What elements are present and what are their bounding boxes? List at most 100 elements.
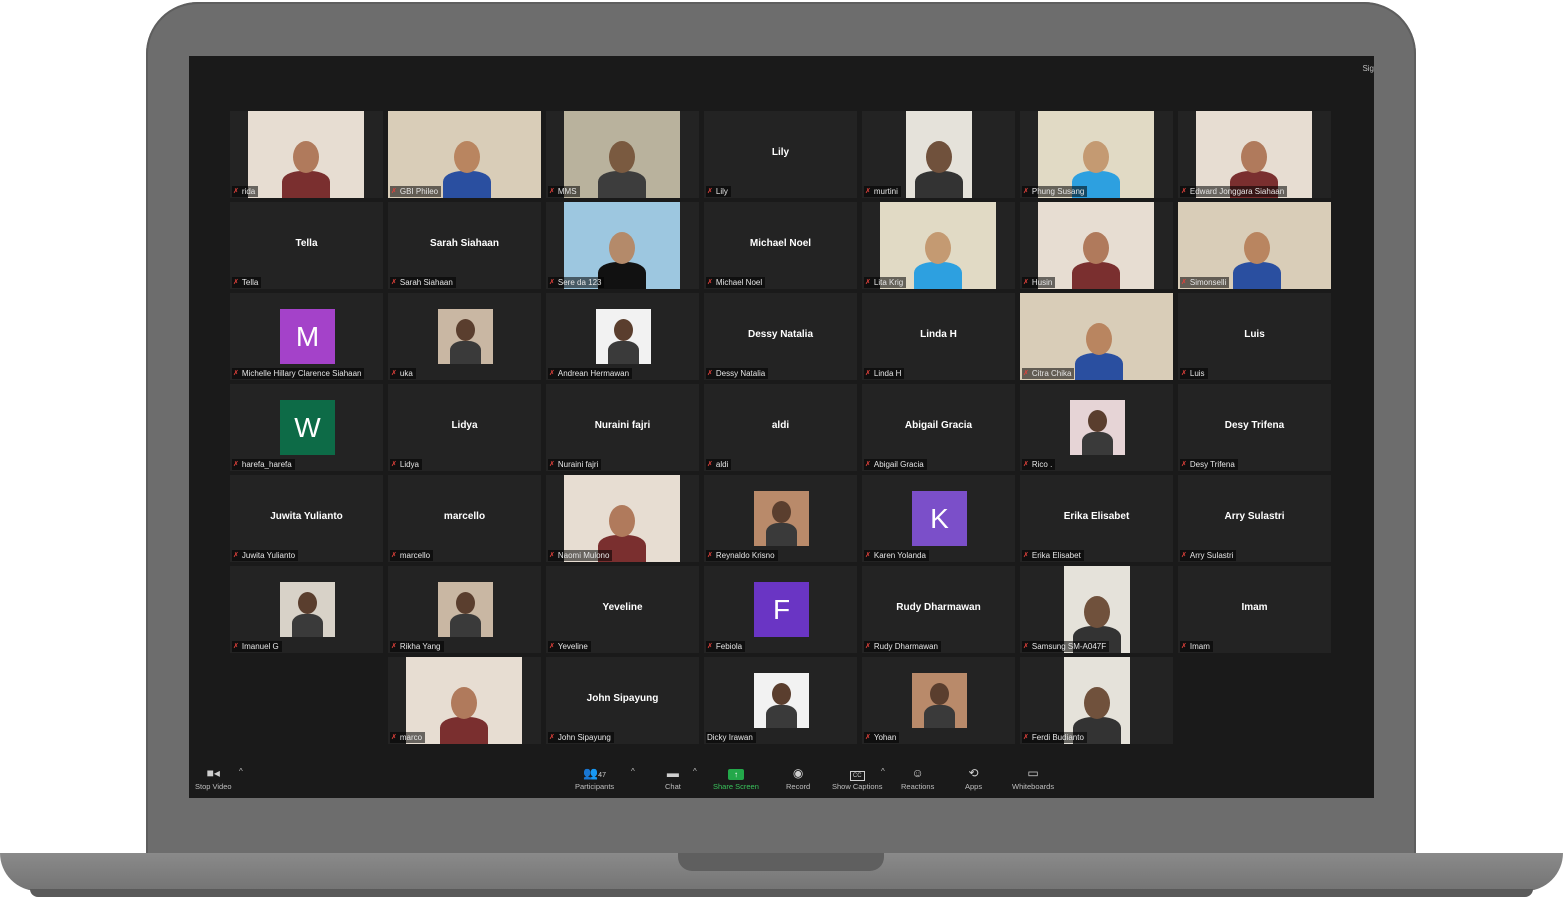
participant-tile[interactable]: Arry Sulastri ✗ Arry Sulastri bbox=[1178, 475, 1331, 562]
person-head bbox=[772, 501, 791, 523]
participant-tile[interactable]: ✗ Rico . bbox=[1020, 384, 1173, 471]
participant-tile[interactable]: Linda H ✗ Linda H bbox=[862, 293, 1015, 380]
muted-mic-icon: ✗ bbox=[865, 188, 871, 195]
person-silhouette bbox=[450, 614, 481, 637]
participant-name-label: ✗ Arry Sulastri bbox=[1180, 550, 1237, 561]
participant-tile[interactable]: Rudy Dharmawan ✗ Rudy Dharmawan bbox=[862, 566, 1015, 653]
stop-video-button[interactable]: ■◂ Stop Video bbox=[195, 766, 232, 791]
participant-tile[interactable]: Dessy Natalia ✗ Dessy Natalia bbox=[704, 293, 857, 380]
participant-tile[interactable]: ✗ Naomi Mulono bbox=[546, 475, 699, 562]
participant-tile[interactable]: K ✗ Karen Yolanda bbox=[862, 475, 1015, 562]
participant-name-text: marcello bbox=[399, 551, 431, 560]
person-silhouette bbox=[292, 614, 323, 637]
muted-mic-icon: ✗ bbox=[549, 643, 555, 650]
muted-mic-icon: ✗ bbox=[1023, 188, 1029, 195]
participant-name-label: ✗ Naomi Mulono bbox=[548, 550, 613, 561]
participant-display-name: Michael Noel bbox=[749, 238, 812, 249]
participant-tile[interactable]: ✗ Imanuel G bbox=[230, 566, 383, 653]
participants-options-caret[interactable]: ^ bbox=[631, 767, 635, 776]
share-screen-button[interactable]: ↑ Share Screen bbox=[713, 766, 759, 791]
video-options-caret[interactable]: ^ bbox=[239, 767, 243, 776]
participant-tile[interactable]: ✗ Samsung SM-A047F bbox=[1020, 566, 1173, 653]
chat-options-caret[interactable]: ^ bbox=[693, 767, 697, 776]
participant-tile[interactable]: Nuraini fajri ✗ Nuraini fajri bbox=[546, 384, 699, 471]
participant-tile[interactable]: ✗ Andrean Hermawan bbox=[546, 293, 699, 380]
participant-tile[interactable]: ✗ Citra Chika bbox=[1020, 293, 1173, 380]
person-silhouette bbox=[1072, 262, 1120, 289]
chat-label: Chat bbox=[665, 782, 681, 791]
participant-name-text: Tella bbox=[241, 278, 259, 287]
participant-tile[interactable]: ✗ Phung Susang bbox=[1020, 111, 1173, 198]
participant-tile[interactable]: Lily ✗ Lily bbox=[704, 111, 857, 198]
participant-tile[interactable]: M ✗ Michelle Hillary Clarence Siahaan bbox=[230, 293, 383, 380]
participant-tile[interactable]: ✗ Sere da 123 bbox=[546, 202, 699, 289]
participant-tile[interactable]: ✗ uka bbox=[388, 293, 541, 380]
participant-tile[interactable]: Luis ✗ Luis bbox=[1178, 293, 1331, 380]
reactions-button[interactable]: ☺ Reactions bbox=[901, 766, 934, 791]
participant-tile[interactable]: John Sipayung ✗ John Sipayung bbox=[546, 657, 699, 744]
participant-tile[interactable]: ✗ Ferdi Budianto bbox=[1020, 657, 1173, 744]
whiteboards-button[interactable]: ▭ Whiteboards bbox=[1012, 766, 1054, 791]
record-button[interactable]: ◉ Record bbox=[786, 766, 810, 791]
participant-tile[interactable]: ✗ Husin bbox=[1020, 202, 1173, 289]
person-silhouette bbox=[766, 523, 797, 546]
participant-name-text: Erika Elisabet bbox=[1031, 551, 1081, 560]
participant-name-text: Phung Susang bbox=[1031, 187, 1085, 196]
person-head bbox=[772, 683, 791, 705]
participant-name-text: Michelle Hillary Clarence Siahaan bbox=[241, 369, 362, 378]
person-head bbox=[293, 141, 319, 173]
participant-tile[interactable]: Tella ✗ Tella bbox=[230, 202, 383, 289]
participant-tile[interactable]: F ✗ Febiola bbox=[704, 566, 857, 653]
participant-tile[interactable]: Michael Noel ✗ Michael Noel bbox=[704, 202, 857, 289]
person-head bbox=[930, 683, 949, 705]
participant-tile[interactable]: Dicky Irawan bbox=[704, 657, 857, 744]
participant-tile[interactable]: ✗ Rikha Yang bbox=[388, 566, 541, 653]
person-silhouette bbox=[1082, 432, 1113, 455]
participant-name-label: ✗ John Sipayung bbox=[548, 732, 614, 743]
participant-name-text: Sere da 123 bbox=[557, 278, 602, 287]
participant-name-label: ✗ Lily bbox=[706, 186, 731, 197]
muted-mic-icon: ✗ bbox=[549, 279, 555, 286]
stop-video-label: Stop Video bbox=[195, 782, 232, 791]
participant-name-text: aldi bbox=[715, 460, 729, 469]
participant-tile[interactable]: ✗ GBI Phileo bbox=[388, 111, 541, 198]
apps-button[interactable]: ⟲ Apps bbox=[965, 766, 982, 791]
participants-button[interactable]: 👥47 Participants bbox=[575, 766, 614, 791]
participant-tile[interactable]: W ✗ harefa_harefa bbox=[230, 384, 383, 471]
participant-tile[interactable]: ✗ Yohan bbox=[862, 657, 1015, 744]
participant-name-text: murtini bbox=[873, 187, 898, 196]
muted-mic-icon: ✗ bbox=[391, 370, 397, 377]
profile-picture bbox=[754, 491, 809, 546]
participant-tile[interactable]: ✗ marco bbox=[388, 657, 541, 744]
participant-tile[interactable]: marcello ✗ marcello bbox=[388, 475, 541, 562]
captions-options-caret[interactable]: ^ bbox=[881, 767, 885, 776]
participant-tile[interactable]: ✗ Reynaldo Krisno bbox=[704, 475, 857, 562]
participant-tile[interactable]: ✗ Simonselli bbox=[1178, 202, 1331, 289]
participant-tile[interactable]: Erika Elisabet ✗ Erika Elisabet bbox=[1020, 475, 1173, 562]
participant-display-name: Dessy Natalia bbox=[747, 329, 814, 340]
participant-tile[interactable]: Lidya ✗ Lidya bbox=[388, 384, 541, 471]
participant-tile[interactable]: ✗ MMS bbox=[546, 111, 699, 198]
participant-tile[interactable]: Imam ✗ Imam bbox=[1178, 566, 1331, 653]
participant-tile[interactable]: ✗ Edward Jonggara Siahaan bbox=[1178, 111, 1331, 198]
participant-tile[interactable]: ✗ murtini bbox=[862, 111, 1015, 198]
participant-tile[interactable]: aldi ✗ aldi bbox=[704, 384, 857, 471]
participant-name-text: Lily bbox=[715, 187, 728, 196]
participant-name-text: Abigail Gracia bbox=[873, 460, 924, 469]
participant-display-name: Imam bbox=[1241, 602, 1268, 613]
muted-mic-icon: ✗ bbox=[391, 279, 397, 286]
video-camera-icon: ■◂ bbox=[206, 766, 220, 780]
participant-name-text: Andrean Hermawan bbox=[557, 369, 630, 378]
participant-tile[interactable]: ✗ rida bbox=[230, 111, 383, 198]
participant-tile[interactable]: Yeveline ✗ Yeveline bbox=[546, 566, 699, 653]
participant-name-label: ✗ Phung Susang bbox=[1022, 186, 1088, 197]
muted-mic-icon: ✗ bbox=[549, 188, 555, 195]
show-captions-button[interactable]: CC Show Captions bbox=[832, 766, 882, 791]
participant-name-text: Reynaldo Krisno bbox=[715, 551, 775, 560]
chat-button[interactable]: ▬ Chat bbox=[665, 766, 681, 791]
participant-tile[interactable]: Sarah Siahaan ✗ Sarah Siahaan bbox=[388, 202, 541, 289]
participant-tile[interactable]: Desy Trifena ✗ Desy Trifena bbox=[1178, 384, 1331, 471]
participant-tile[interactable]: ✗ Lita Krig bbox=[862, 202, 1015, 289]
participant-tile[interactable]: Juwita Yulianto ✗ Juwita Yulianto bbox=[230, 475, 383, 562]
participant-tile[interactable]: Abigail Gracia ✗ Abigail Gracia bbox=[862, 384, 1015, 471]
